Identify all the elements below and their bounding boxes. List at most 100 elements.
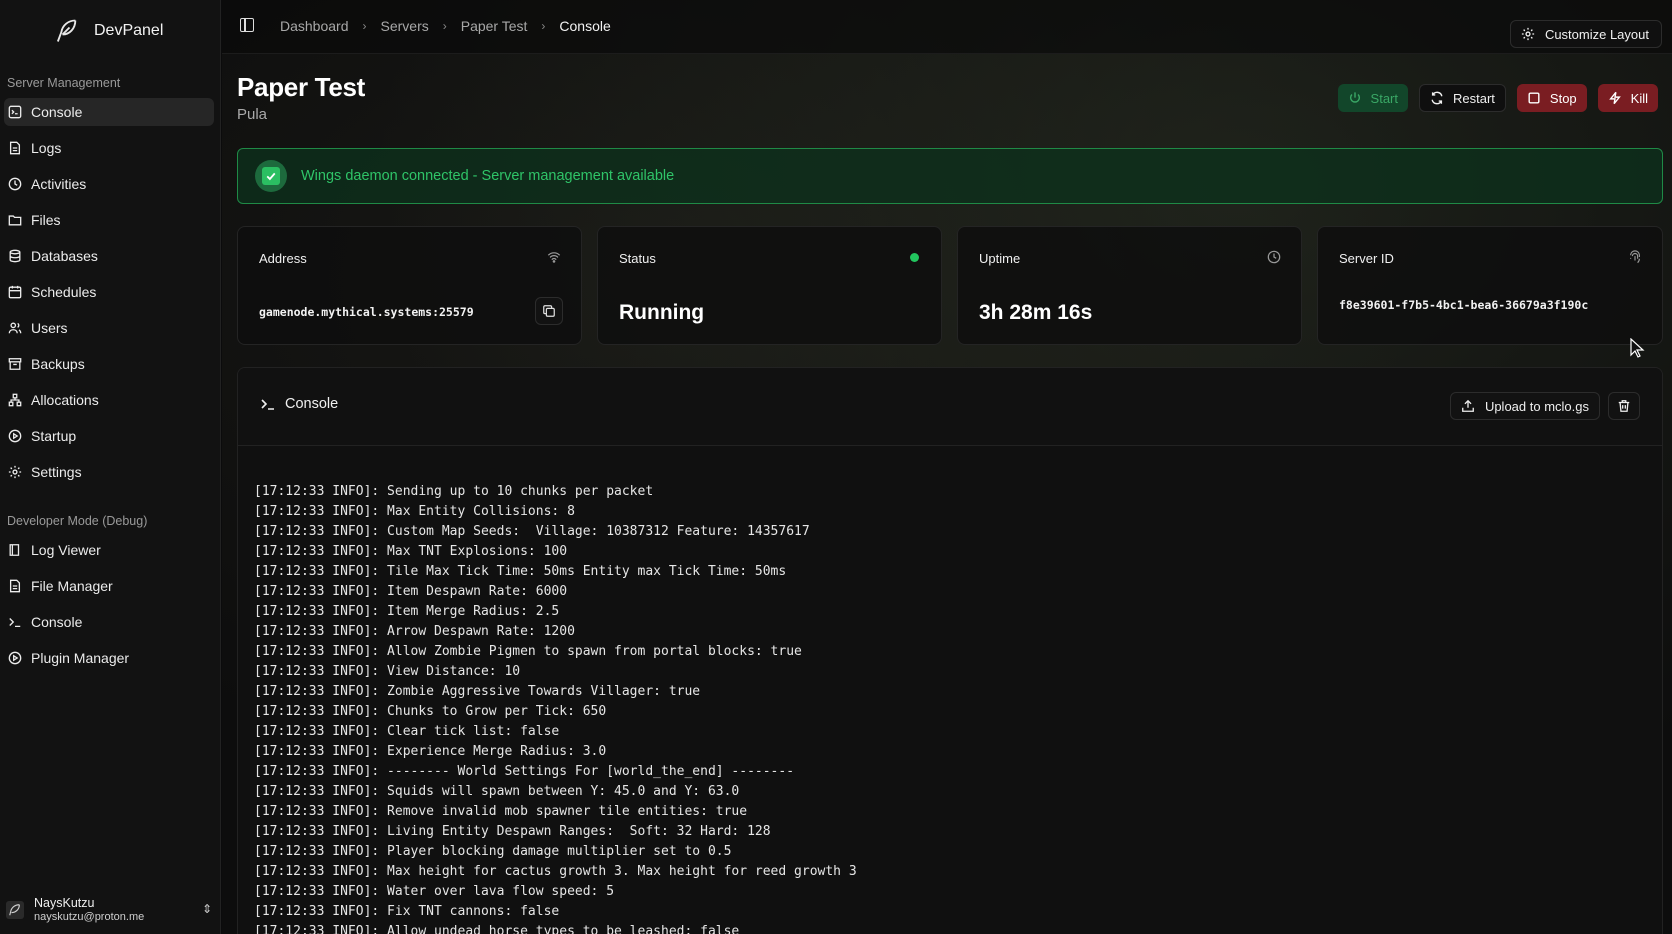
console-header: Console Upload to mclo.gs — [238, 368, 1662, 446]
sidebar-item-log-viewer[interactable]: Log Viewer — [4, 536, 214, 564]
square-icon — [1528, 92, 1540, 104]
customize-layout-button[interactable]: Customize Layout — [1509, 20, 1662, 48]
daemon-status-alert: Wings daemon connected - Server manageme… — [237, 148, 1663, 204]
console-line: [17:12:33 INFO]: Living Entity Despawn R… — [254, 824, 771, 839]
breadcrumb-server[interactable]: Paper Test — [461, 18, 528, 34]
console-line: [17:12:33 INFO]: View Distance: 10 — [254, 664, 521, 679]
console-line: [17:12:33 INFO]: Allow undead horse type… — [254, 924, 740, 934]
gear-icon — [8, 465, 22, 479]
page-subtitle: Pula — [237, 106, 268, 123]
console-line: [17:12:33 INFO]: Max Entity Collisions: … — [254, 504, 575, 519]
user-email: nayskutzu@proton.me — [34, 911, 145, 923]
customize-layout-label: Customize Layout — [1544, 26, 1649, 42]
user-menu[interactable]: NaysKutzu nayskutzu@proton.me ⇕ — [6, 892, 214, 928]
start-button[interactable]: Start — [1337, 84, 1408, 112]
console-output[interactable]: [17:12:33 INFO]: Sending up to 10 chunks… — [254, 482, 1646, 934]
clock-icon — [8, 177, 22, 191]
console-line: [17:12:33 INFO]: Tile Max Tick Time: 50m… — [254, 564, 787, 579]
sidebar-item-label: Allocations — [31, 392, 99, 408]
database-icon — [8, 249, 22, 263]
mouse-cursor-icon — [1630, 338, 1645, 358]
sidebar-item-label: Log Viewer — [31, 542, 101, 558]
upload-icon — [1462, 399, 1474, 412]
breadcrumb-dashboard[interactable]: Dashboard — [280, 18, 349, 34]
console-line: [17:12:33 INFO]: Item Despawn Rate: 6000 — [254, 584, 568, 599]
upload-mclogs-button[interactable]: Upload to mclo.gs — [1449, 392, 1600, 420]
kill-button[interactable]: Kill — [1597, 84, 1658, 112]
start-label: Start — [1370, 90, 1398, 106]
copy-address-button[interactable] — [535, 297, 563, 325]
chevron-right-icon: › — [362, 19, 367, 33]
stat-card-server-id: Server ID f8e39601-f7b5-4bc1-bea6-36679a… — [1317, 226, 1663, 345]
console-title: Console — [260, 396, 338, 412]
breadcrumb: Dashboard › Servers › Paper Test › Conso… — [280, 18, 611, 34]
console-line: [17:12:33 INFO]: Player blocking damage … — [254, 844, 732, 859]
console-title-label: Console — [285, 396, 339, 412]
sidebar-item-file-manager[interactable]: File Manager — [4, 572, 214, 600]
page-title: Paper Test — [237, 72, 366, 102]
sidebar-item-startup[interactable]: Startup — [4, 422, 214, 450]
stat-label: Uptime — [979, 251, 1021, 266]
console-line: [17:12:33 INFO]: Experience Merge Radius… — [254, 744, 607, 759]
stat-card-address: Address gamenode.mythical.systems:25579 — [237, 226, 582, 345]
sidebar-item-backups[interactable]: Backups — [4, 350, 214, 378]
console-line: [17:12:33 INFO]: Fix TNT cannons: false — [254, 904, 560, 919]
users-icon — [8, 321, 22, 335]
sidebar-toggle-icon[interactable] — [240, 18, 254, 32]
sidebar-item-label: Databases — [31, 248, 98, 264]
sidebar-item-files[interactable]: Files — [4, 206, 214, 234]
file-icon — [8, 579, 22, 593]
stop-button[interactable]: Stop — [1516, 84, 1587, 112]
topbar: Dashboard › Servers › Paper Test › Conso… — [222, 0, 1672, 54]
user-name: NaysKutzu — [34, 896, 95, 910]
sidebar-item-dev-console[interactable]: Console — [4, 608, 214, 636]
sidebar-item-label: Console — [31, 614, 83, 630]
zap-icon — [1608, 91, 1621, 105]
server-id-value: f8e39601-f7b5-4bc1-bea6-36679a3f190c — [1339, 298, 1589, 312]
section-label-server-management: Server Management — [7, 76, 121, 90]
stat-label: Server ID — [1339, 251, 1394, 266]
server-actions: Start Restart Stop Kill — [1337, 84, 1658, 112]
console-line: [17:12:33 INFO]: Item Merge Radius: 2.5 — [254, 604, 560, 619]
copy-icon — [543, 305, 555, 317]
uptime-value: 3h 28m 16s — [979, 301, 1093, 324]
sidebar-item-allocations[interactable]: Allocations — [4, 386, 214, 414]
network-icon — [8, 393, 22, 407]
sidebar-item-label: Console — [31, 104, 83, 120]
sidebar-item-plugin-manager[interactable]: Plugin Manager — [4, 644, 214, 672]
feather-logo-icon — [56, 19, 77, 42]
sidebar-item-databases[interactable]: Databases — [4, 242, 214, 270]
book-icon — [8, 543, 22, 557]
file-icon — [8, 141, 22, 155]
sidebar-item-users[interactable]: Users — [4, 314, 214, 342]
sidebar-item-label: Logs — [31, 140, 62, 156]
terminal-square-icon — [8, 105, 22, 119]
breadcrumb-servers[interactable]: Servers — [381, 18, 429, 34]
section-label-developer-mode: Developer Mode (Debug) — [7, 514, 148, 528]
chevrons-up-down-icon: ⇕ — [201, 902, 212, 916]
sidebar-item-label: Settings — [31, 464, 82, 480]
folder-icon — [8, 213, 22, 227]
restart-button[interactable]: Restart — [1419, 84, 1506, 112]
brand[interactable]: DevPanel — [52, 16, 163, 46]
sidebar-item-label: Startup — [31, 428, 77, 444]
plugin-icon — [8, 651, 22, 665]
calendar-icon — [8, 285, 22, 299]
sidebar-item-schedules[interactable]: Schedules — [4, 278, 214, 306]
chevron-right-icon: › — [442, 19, 447, 33]
stop-label: Stop — [1549, 90, 1577, 106]
console-line: [17:12:33 INFO]: Chunks to Grow per Tick… — [254, 704, 607, 719]
console-panel: Console Upload to mclo.gs [17:12:33 INFO… — [237, 367, 1663, 934]
console-line: [17:12:33 INFO]: Squids will spawn betwe… — [254, 784, 740, 799]
console-line: [17:12:33 INFO]: Arrow Despawn Rate: 120… — [254, 624, 575, 639]
sidebar-item-activities[interactable]: Activities — [4, 170, 214, 198]
sidebar-item-logs[interactable]: Logs — [4, 134, 214, 162]
breadcrumb-current: Console — [559, 18, 611, 34]
clear-console-button[interactable] — [1608, 392, 1640, 420]
sidebar-item-label: Users — [31, 320, 68, 336]
stat-card-status: Status Running — [597, 226, 942, 345]
sidebar-item-settings[interactable]: Settings — [4, 458, 214, 486]
console-line: [17:12:33 INFO]: Zombie Aggressive Towar… — [254, 684, 701, 699]
sidebar-item-console[interactable]: Console — [4, 98, 214, 126]
address-value: gamenode.mythical.systems:25579 — [259, 305, 474, 319]
